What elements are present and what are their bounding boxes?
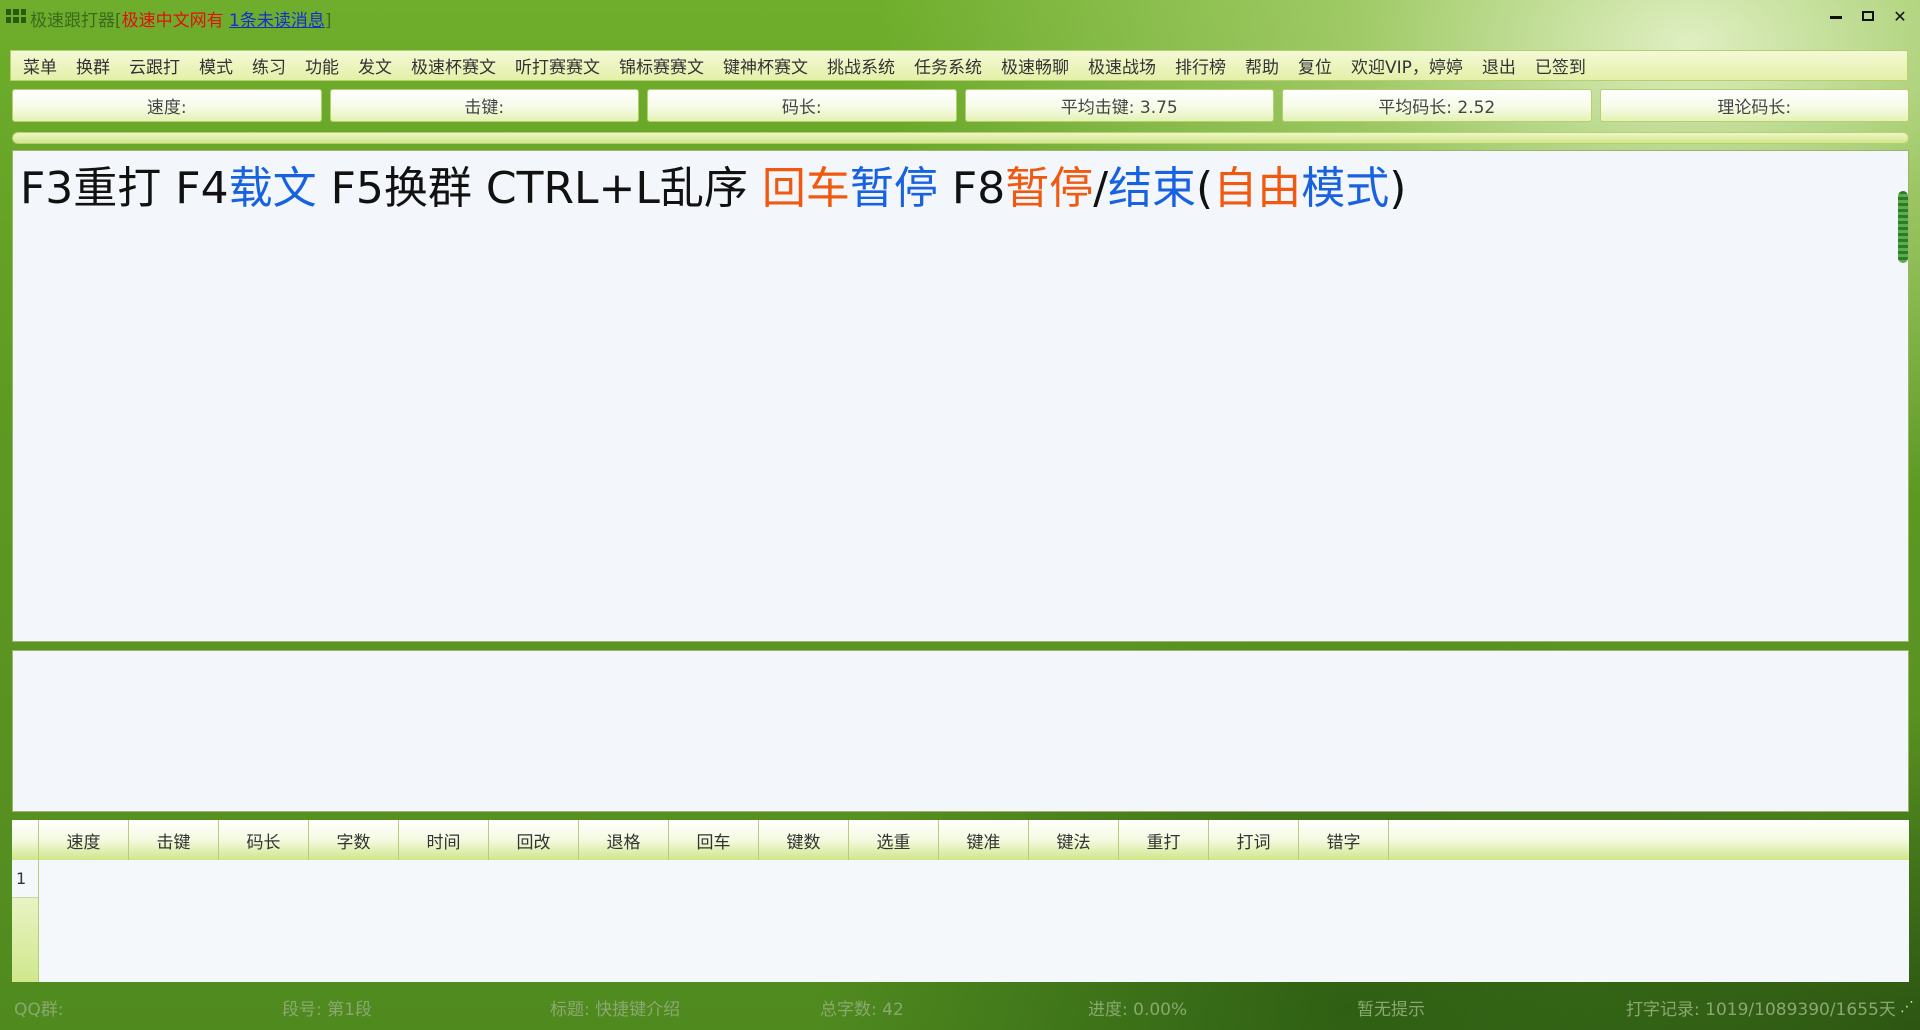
- menu-item-20[interactable]: 已签到: [1535, 53, 1586, 78]
- minimize-button[interactable]: [1826, 6, 1846, 26]
- app-name: 极速跟打器: [30, 11, 115, 31]
- hint-status: 暂无提示: [1357, 1000, 1425, 1020]
- menu-item-12[interactable]: 任务系统: [914, 53, 982, 78]
- column-header[interactable]: 键准: [939, 820, 1029, 860]
- typing-input[interactable]: [13, 651, 1908, 811]
- column-headers: 速度 击键 码长 字数 时间 回改 退格 回车 键数 选重 键准 键法 重打 打词 错字: [39, 820, 1389, 860]
- text-segment: /: [1093, 163, 1109, 214]
- column-header[interactable]: 码长: [219, 820, 309, 860]
- menu-item-11[interactable]: 挑战系统: [827, 53, 895, 78]
- menu-item-5[interactable]: 功能: [305, 53, 339, 78]
- qq-group-status: QQ群:: [14, 1000, 64, 1020]
- column-header[interactable]: 回车: [669, 820, 759, 860]
- text-segment: F3重打 F4: [20, 163, 229, 214]
- menu-item-18[interactable]: 欢迎VIP，婷婷: [1351, 53, 1463, 78]
- window-controls: ✕: [1826, 6, 1910, 26]
- menu-item-3[interactable]: 模式: [199, 53, 233, 78]
- column-header[interactable]: 退格: [579, 820, 669, 860]
- results-table-header: 速度 击键 码长 字数 时间 回改 退格 回车 键数 选重 键准 键法 重打 打词 错字: [12, 820, 1909, 860]
- segment-status: 段号: 第1段: [282, 1000, 372, 1020]
- column-header[interactable]: 打词: [1209, 820, 1299, 860]
- text-segment: F5换群 CTRL+L乱序: [316, 163, 762, 214]
- scrollbar-thumb[interactable]: [1898, 191, 1908, 263]
- progress-status: 进度: 0.00%: [1088, 1000, 1188, 1020]
- text-segment: (: [1196, 163, 1214, 214]
- close-icon: ✕: [1893, 6, 1907, 26]
- text-segment: 载文: [228, 163, 317, 214]
- typing-input-panel: [12, 650, 1909, 812]
- text-segment: 回车: [761, 163, 850, 214]
- status-bar: QQ群: 段号: 第1段 标题: 快捷键介绍 总字数: 42 进度: 0.00%…: [0, 993, 1920, 1020]
- row-number: 1: [12, 860, 38, 898]
- column-header[interactable]: 重打: [1119, 820, 1209, 860]
- keystroke-stat: 击键:: [329, 89, 639, 122]
- article-display: F3重打 F4载文 F5换群 CTRL+L乱序 回车暂停 F8暂停/结束(自由模…: [12, 150, 1909, 642]
- title-bar[interactable]: 极速跟打器[极速中文网有 1条未读消息] ✕: [0, 0, 1920, 34]
- column-header[interactable]: 时间: [399, 820, 489, 860]
- text-segment: 暂停: [849, 163, 938, 214]
- typing-progress-bar: [12, 132, 1909, 144]
- site-name: 极速中文网有: [121, 11, 224, 31]
- results-table: 速度 击键 码长 字数 时间 回改 退格 回车 键数 选重 键准 键法 重打 打词 错字 1: [12, 820, 1909, 982]
- app-grid-icon: [6, 9, 26, 23]
- column-header[interactable]: 键数: [759, 820, 849, 860]
- menu-item-10[interactable]: 键神杯赛文: [723, 53, 808, 78]
- menu-item-8[interactable]: 听打赛赛文: [515, 53, 600, 78]
- minimize-icon: [1830, 15, 1842, 19]
- theory-code-length-stat: 理论码长:: [1599, 89, 1909, 122]
- code-length-stat: 码长:: [647, 89, 957, 122]
- bracket-open: [: [115, 11, 122, 31]
- char-count-status: 总字数: 42: [820, 1000, 904, 1020]
- record-status: 打字记录: 1019/1089390/1655天: [1626, 1000, 1896, 1020]
- menu-item-17[interactable]: 复位: [1298, 53, 1332, 78]
- column-header[interactable]: 速度: [39, 820, 129, 860]
- menu-item-9[interactable]: 锦标赛赛文: [619, 53, 704, 78]
- menu-bar: 菜单 换群 云跟打 模式 练习 功能 发文 极速杯赛文 听打赛赛文 锦标赛赛文 键神杯赛文 挑战系统任…: [10, 50, 1908, 81]
- article-text: F3重打 F4载文 F5换群 CTRL+L乱序 回车暂停 F8暂停/结束(自由模…: [20, 159, 1406, 219]
- column-header[interactable]: 回改: [489, 820, 579, 860]
- restore-button[interactable]: [1858, 6, 1878, 26]
- title-status: 标题: 快捷键介绍: [550, 1000, 681, 1020]
- column-header[interactable]: 字数: [309, 820, 399, 860]
- menu-item-13[interactable]: 极速畅聊: [1001, 53, 1069, 78]
- menu-item-1[interactable]: 换群: [76, 53, 110, 78]
- menu-item-15[interactable]: 排行榜: [1175, 53, 1226, 78]
- avg-keystroke-stat: 平均击键: 3.75: [964, 89, 1274, 122]
- menu-item-14[interactable]: 极速战场: [1088, 53, 1156, 78]
- resize-grip-icon[interactable]: ⋰: [1900, 999, 1914, 1015]
- window-title: 极速跟打器[极速中文网有 1条未读消息]: [30, 6, 332, 31]
- close-button[interactable]: ✕: [1890, 6, 1910, 26]
- unread-message-link[interactable]: 1条未读消息: [229, 11, 325, 31]
- text-segment: 暂停: [1005, 163, 1094, 214]
- menu-item-6[interactable]: 发文: [358, 53, 392, 78]
- menu-item-4[interactable]: 练习: [252, 53, 286, 78]
- column-header[interactable]: 错字: [1299, 820, 1389, 860]
- row-number-column: 1: [12, 860, 39, 982]
- text-segment: 自由: [1213, 163, 1302, 214]
- menu-item-16[interactable]: 帮助: [1245, 53, 1279, 78]
- restore-icon: [1862, 11, 1874, 21]
- text-segment: F8: [937, 163, 1006, 214]
- text-segment: 结束: [1108, 163, 1197, 214]
- bracket-close: ]: [324, 11, 332, 31]
- text-segment: 模式: [1301, 163, 1390, 214]
- menu-item-7[interactable]: 极速杯赛文: [411, 53, 496, 78]
- stats-bar: 速度: 击键: 码长: 平均击键: 3.75 平均码长: 2.52 理论码长:: [12, 89, 1909, 122]
- menu-item-19[interactable]: 退出: [1482, 53, 1516, 78]
- column-header[interactable]: 选重: [849, 820, 939, 860]
- avg-code-length-stat: 平均码长: 2.52: [1282, 89, 1592, 122]
- table-corner: [12, 820, 39, 860]
- speed-stat: 速度:: [12, 89, 322, 122]
- column-header[interactable]: 键法: [1029, 820, 1119, 860]
- column-header[interactable]: 击键: [129, 820, 219, 860]
- menu-item-2[interactable]: 云跟打: [129, 53, 180, 78]
- text-segment: ): [1389, 163, 1407, 214]
- menu-item-0[interactable]: 菜单: [23, 53, 57, 78]
